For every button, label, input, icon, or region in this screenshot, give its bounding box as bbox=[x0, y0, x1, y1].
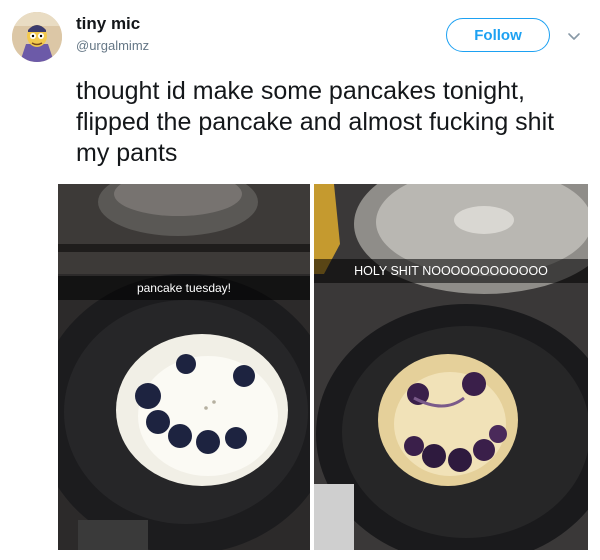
tweet-card: tiny mic @urgalmimz Follow thought id ma… bbox=[0, 0, 600, 560]
photo-before: pancake tuesday! bbox=[58, 184, 310, 550]
author-handle[interactable]: @urgalmimz bbox=[76, 38, 149, 53]
author-name[interactable]: tiny mic bbox=[76, 14, 140, 34]
photo-caption: HOLY SHIT NOOOOOOOOOOOO bbox=[314, 259, 588, 283]
pancake-smiley-image bbox=[58, 184, 310, 550]
avatar[interactable] bbox=[12, 12, 62, 62]
tweet-text: thought id make some pancakes tonight, f… bbox=[76, 77, 555, 167]
follow-button[interactable]: Follow bbox=[446, 18, 550, 52]
burnt-pancake-image bbox=[314, 184, 588, 550]
photo-caption: pancake tuesday! bbox=[58, 276, 310, 300]
tweet-photo[interactable]: pancake tuesday! HOLY SHIT NOOOOOOOOOOOO bbox=[58, 184, 588, 550]
chevron-down-icon[interactable] bbox=[566, 28, 582, 44]
cartoon-avatar-icon bbox=[12, 12, 62, 62]
photo-after: HOLY SHIT NOOOOOOOOOOOO bbox=[314, 184, 588, 550]
